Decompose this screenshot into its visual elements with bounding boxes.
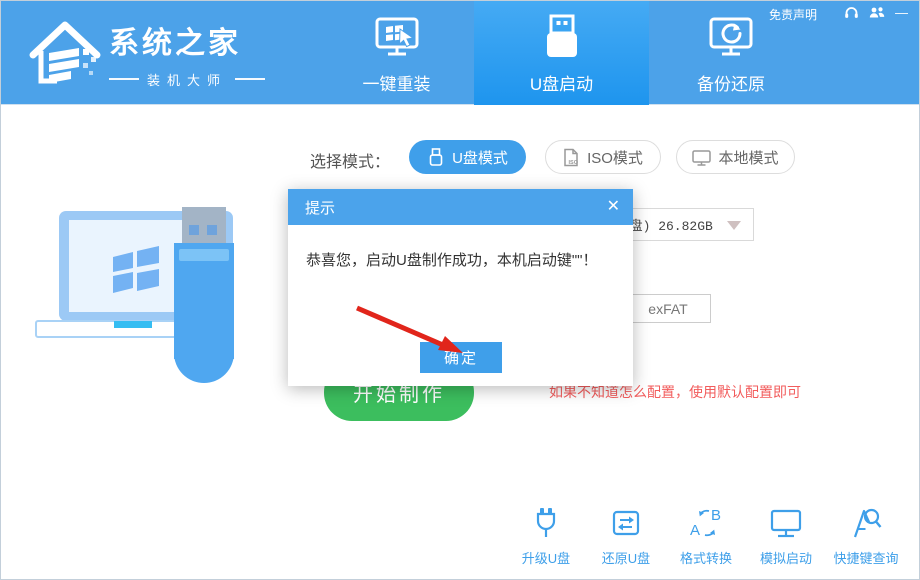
tool-label: 升级U盘 — [522, 548, 570, 567]
iso-file-icon: ISO — [563, 148, 580, 167]
tool-hotkey-lookup[interactable]: 快捷键查询 — [826, 503, 906, 567]
tool-label: 快捷键查询 — [833, 548, 898, 567]
mode-option-iso[interactable]: ISO ISO模式 — [545, 140, 661, 174]
mode-option-label: U盘模式 — [452, 147, 508, 168]
dialog-titlebar: 提示 ✕ — [288, 189, 633, 225]
tool-simulate-boot[interactable]: 模拟启动 — [746, 503, 826, 567]
app-window: 系统之家 装机大师 — [0, 0, 920, 580]
right-dash — [235, 78, 265, 80]
svg-text:B: B — [711, 507, 721, 524]
format-option-exfat[interactable]: exFAT — [625, 294, 711, 323]
user-group-icon[interactable] — [869, 4, 885, 20]
minimize-button[interactable]: — — [895, 4, 908, 20]
simulate-boot-icon — [767, 503, 805, 545]
chevron-down-icon — [727, 221, 741, 230]
mode-option-label: 本地模式 — [718, 147, 778, 168]
laptop-usb-illustration — [26, 201, 286, 426]
dialog-title: 提示 — [305, 197, 335, 218]
dialog-close-icon[interactable]: ✕ — [607, 199, 620, 215]
tool-restore-usb[interactable]: 还原U盘 — [586, 503, 666, 567]
usb-restore-icon — [608, 503, 644, 545]
left-dash — [109, 78, 139, 80]
dialog-message: 恭喜您，启动U盘制作成功，本机启动键""！ — [306, 249, 597, 270]
mode-option-label: ISO模式 — [587, 147, 643, 168]
brand-title: 系统之家 — [109, 18, 265, 62]
dialog-ok-button[interactable]: 确定 — [420, 342, 502, 373]
format-convert-icon: A B — [687, 503, 725, 545]
tab-label: U盘启动 — [530, 70, 593, 95]
reinstall-monitor-icon — [372, 10, 422, 66]
support-icon[interactable] — [844, 4, 859, 20]
monitor-icon — [692, 149, 711, 166]
tool-format-convert[interactable]: A B 格式转换 — [666, 503, 746, 567]
tab-label: 一键重装 — [363, 70, 431, 95]
tab-usb-boot[interactable]: U盘启动 — [474, 1, 649, 105]
prompt-dialog: 提示 ✕ 恭喜您，启动U盘制作成功，本机启动键""！ 确定 — [288, 189, 633, 386]
tool-upgrade-usb[interactable]: 升级U盘 — [506, 503, 586, 567]
tool-label: 模拟启动 — [760, 548, 812, 567]
hotkey-search-icon — [847, 503, 885, 545]
usb-upgrade-icon — [528, 503, 564, 545]
svg-text:ISO: ISO — [569, 160, 579, 166]
bottom-toolbar: 升级U盘 还原U盘 A B — [506, 503, 906, 567]
backup-restore-icon — [706, 10, 756, 66]
tab-label: 备份还原 — [697, 70, 765, 95]
header: 系统之家 装机大师 — [1, 1, 919, 105]
mode-option-usb[interactable]: U盘模式 — [409, 140, 526, 174]
brand-subtitle: 装机大师 — [109, 70, 265, 89]
tool-label: 还原U盘 — [602, 548, 650, 567]
disclaimer-link[interactable]: 免责声明 — [769, 6, 817, 23]
house-logo-icon — [27, 15, 103, 91]
window-controls: — ✕ — [844, 4, 920, 20]
usb-stick-icon — [427, 148, 445, 166]
mode-select-label: 选择模式： — [310, 148, 390, 172]
tool-label: 格式转换 — [680, 548, 732, 567]
mode-option-local[interactable]: 本地模式 — [676, 140, 795, 174]
usb-drive-icon — [536, 10, 588, 66]
tab-one-key-reinstall[interactable]: 一键重装 — [334, 1, 459, 105]
svg-text:A: A — [690, 522, 700, 539]
brand-logo: 系统之家 装机大师 — [27, 15, 265, 91]
